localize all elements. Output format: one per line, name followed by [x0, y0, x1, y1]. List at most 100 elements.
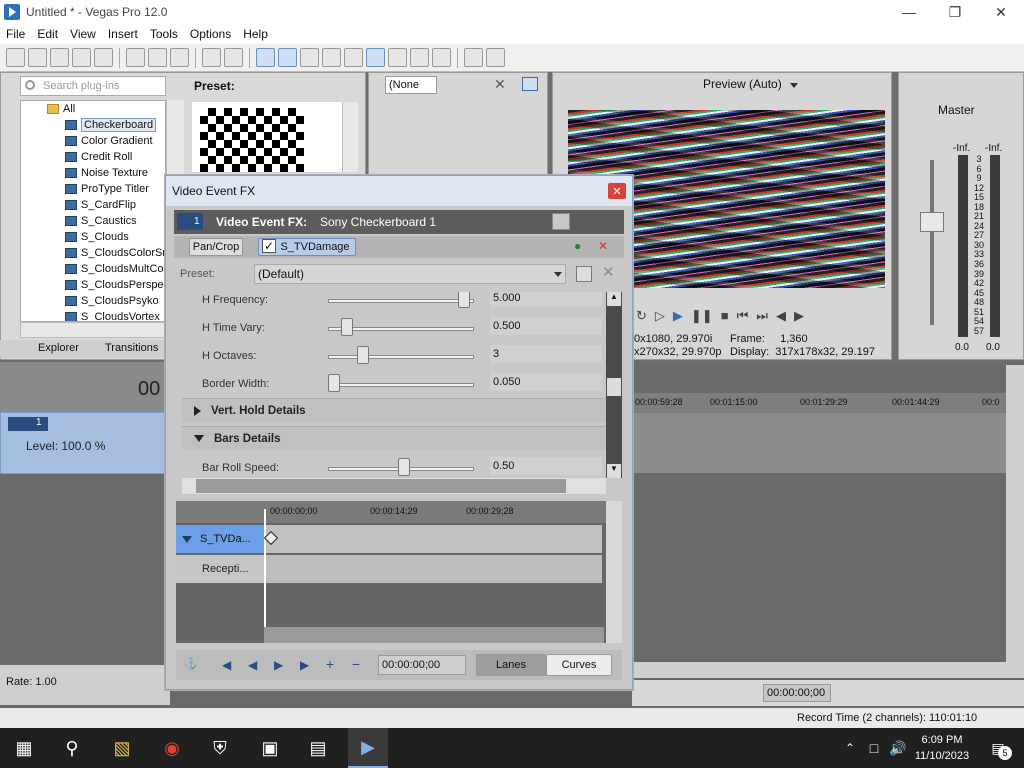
copy-icon[interactable]	[148, 48, 167, 67]
cut-icon[interactable]	[126, 48, 145, 67]
plugin-tree[interactable]: All Checkerboard Color Gradient Credit R…	[20, 100, 166, 322]
menu-file[interactable]: File	[0, 27, 31, 41]
file-explorer-icon[interactable]: ▧	[108, 734, 136, 762]
kf-hscrollbar[interactable]	[264, 627, 604, 643]
maximize-button[interactable]: ❐	[932, 0, 978, 24]
checkbox-icon[interactable]: ✓	[262, 239, 276, 253]
menu-help[interactable]: Help	[237, 27, 274, 41]
menu-options[interactable]: Options	[184, 27, 237, 41]
sync-cursor-icon[interactable]: ⚓	[184, 657, 200, 673]
param-slider[interactable]	[328, 383, 474, 387]
vegas-taskbar-icon[interactable]: ▶	[348, 728, 388, 768]
selection-tool-icon[interactable]	[300, 48, 319, 67]
param-slider[interactable]	[328, 355, 474, 359]
auto-ripple-icon[interactable]	[344, 48, 363, 67]
new-icon[interactable]	[6, 48, 25, 67]
param-value[interactable]: 3	[490, 345, 602, 363]
open-icon[interactable]	[28, 48, 47, 67]
menu-tools[interactable]: Tools	[144, 27, 184, 41]
kf-track-param[interactable]: Recepti...	[176, 555, 264, 583]
paste-icon[interactable]	[170, 48, 189, 67]
save-icon[interactable]	[50, 48, 69, 67]
param-value[interactable]: 0.050	[490, 373, 602, 391]
menu-view[interactable]: View	[64, 27, 102, 41]
kf-lane-fx[interactable]	[264, 525, 602, 553]
tree-item[interactable]: Noise Texture	[21, 165, 165, 181]
chain-pan-crop[interactable]: Pan/Crop	[189, 238, 243, 256]
tree-item[interactable]: S_CloudsVortex	[21, 309, 165, 321]
tree-hscrollbar[interactable]	[20, 322, 166, 338]
tree-item[interactable]: Color Gradient	[21, 133, 165, 149]
param-slider-thumb[interactable]	[328, 374, 340, 392]
volume-icon[interactable]: 🔊	[884, 734, 912, 762]
param-slider-thumb[interactable]	[457, 292, 470, 308]
loop-icon[interactable]: ↻	[636, 308, 647, 324]
clock[interactable]: 6:09 PM 11/10/2023	[912, 732, 972, 764]
timeline-vscrollbar[interactable]	[1006, 365, 1024, 665]
preset-scrollbar[interactable]	[342, 102, 358, 172]
master-fader-thumb[interactable]	[920, 212, 944, 232]
chevron-down-icon[interactable]	[790, 83, 798, 88]
minimize-button[interactable]: —	[886, 0, 932, 24]
param-value[interactable]: 0.50	[490, 457, 602, 475]
pause-icon[interactable]: ❚❚	[691, 308, 713, 324]
next-frame-icon[interactable]: ▶	[794, 308, 804, 324]
properties-icon[interactable]	[464, 48, 483, 67]
tree-item[interactable]: S_CardFlip	[21, 197, 165, 213]
scroll-up-icon[interactable]: ▲	[607, 292, 621, 306]
param-slider-thumb[interactable]	[357, 346, 370, 364]
envelope-tool-icon[interactable]	[278, 48, 297, 67]
trimmer-dropdown[interactable]: (None	[385, 76, 437, 94]
davinci-icon[interactable]: ▣	[256, 734, 284, 762]
save-as-icon[interactable]	[72, 48, 91, 67]
tree-item-checkerboard[interactable]: Checkerboard	[21, 117, 165, 133]
save-preset-icon[interactable]	[576, 266, 592, 282]
tree-item[interactable]: S_CloudsColorSm	[21, 245, 165, 261]
scroll-thumb[interactable]	[607, 378, 621, 396]
search-input[interactable]: Search plug-ins	[20, 76, 166, 96]
param-value[interactable]: 5.000	[490, 292, 602, 307]
tree-root[interactable]: All	[21, 101, 165, 117]
tree-item[interactable]: S_Clouds	[21, 229, 165, 245]
video-track-lane[interactable]	[632, 413, 1012, 473]
first-keyframe-icon[interactable]: ◀	[222, 658, 231, 672]
param-value[interactable]: 0.500	[490, 317, 602, 335]
next-keyframe-icon[interactable]: ▶	[274, 658, 283, 672]
kf-vscrollbar[interactable]	[606, 501, 622, 643]
search-icon[interactable]: ⚲	[58, 734, 86, 762]
preset-thumbnail[interactable]	[192, 102, 342, 172]
param-slider-thumb[interactable]	[397, 458, 410, 476]
monitor-icon[interactable]	[522, 77, 538, 91]
kf-time-input[interactable]: 00:00:00;00	[378, 655, 466, 675]
last-keyframe-icon[interactable]: ▶	[300, 658, 309, 672]
zoom-tool-icon[interactable]	[322, 48, 341, 67]
auto-crossfade-icon[interactable]	[388, 48, 407, 67]
snapping-icon[interactable]	[366, 48, 385, 67]
remove-plugin-icon[interactable]: ✕	[598, 239, 616, 255]
param-hscrollbar[interactable]	[182, 478, 606, 494]
windows-start-icon[interactable]: ▦	[10, 734, 38, 762]
tree-item[interactable]: S_CloudsMultColo	[21, 261, 165, 277]
tree-item[interactable]: S_CloudsPerspec	[21, 277, 165, 293]
app-icon[interactable]: ▤	[304, 734, 332, 762]
tree-item[interactable]: S_Caustics	[21, 213, 165, 229]
chevron-down-icon[interactable]	[554, 272, 562, 277]
add-keyframe-icon[interactable]: +	[326, 656, 334, 672]
prev-frame-icon[interactable]: ◀	[776, 308, 786, 324]
tab-transitions[interactable]: Transitions	[105, 342, 158, 358]
dialog-close-button[interactable]: ✕	[608, 183, 626, 199]
grid-view-icon[interactable]	[598, 213, 616, 230]
security-icon[interactable]: ⛨	[206, 734, 234, 762]
list-view-icon[interactable]	[552, 213, 570, 230]
normal-edit-tool-icon[interactable]	[256, 48, 275, 67]
master-fader-track[interactable]	[930, 160, 934, 325]
tree-item[interactable]: Credit Roll	[21, 149, 165, 165]
render-icon[interactable]	[94, 48, 113, 67]
timeline-ruler[interactable]: 00:00:59:28 00:01:15:00 00:01:29:29 00:0…	[632, 393, 1012, 413]
undo-icon[interactable]	[202, 48, 221, 67]
plug-in-chain-icon[interactable]: ●	[574, 239, 592, 255]
kf-lane-param[interactable]	[264, 555, 602, 583]
play-icon[interactable]: ▶	[673, 308, 683, 324]
lanes-button[interactable]: Lanes	[476, 654, 546, 676]
tab-explorer[interactable]: Explorer	[38, 342, 79, 358]
